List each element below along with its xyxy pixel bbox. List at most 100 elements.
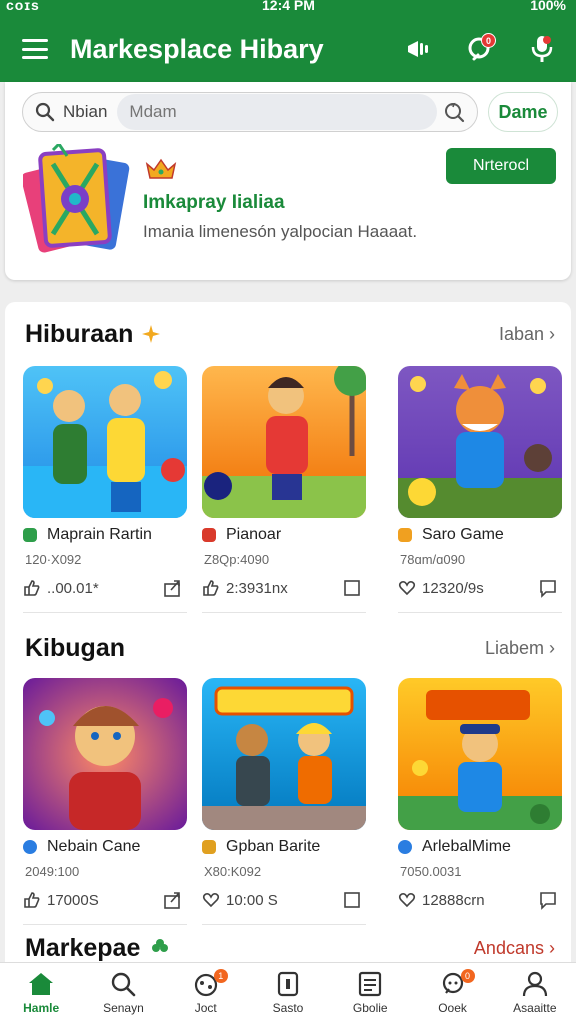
section-more-link[interactable]: Iaban › (499, 324, 555, 345)
status-bar: ᴄᴏɪs 12:4 PM 100% (0, 0, 576, 16)
game-thumbnail[interactable] (202, 366, 366, 518)
game-card[interactable]: ArlebalMime 7050.0031 12888crn (398, 678, 562, 928)
game-badge-icon (398, 840, 412, 854)
divider (23, 612, 187, 613)
nav-games[interactable]: 1 Joct (165, 963, 247, 1024)
promo-button[interactable]: Nrterocl (446, 148, 556, 184)
notification-badge: 0 (481, 33, 496, 48)
game-thumbnail[interactable] (23, 678, 187, 830)
game-title: Nebain Cane (23, 838, 187, 856)
nav-search[interactable]: Senayn (82, 963, 164, 1024)
share-icon[interactable] (163, 578, 183, 598)
nav-label: Hamle (23, 1001, 60, 1015)
store-icon (277, 971, 299, 997)
game-card[interactable]: Maprain Rartin 120·X092 ..00.01* (23, 366, 187, 616)
game-badge-icon (202, 528, 216, 542)
game-name: ArlebalMime (422, 838, 511, 855)
game-thumbnail[interactable] (23, 366, 187, 518)
card-deck-illustration (23, 144, 130, 253)
like-icon[interactable] (23, 579, 41, 597)
status-carrier: ᴄᴏɪs (6, 0, 40, 13)
section-more-label: Liabem (484, 638, 544, 658)
dame-button[interactable]: Dame (488, 92, 558, 132)
nav-chat[interactable]: 0 Ooek (411, 963, 493, 1024)
game-card[interactable]: Saro Game 78ɑm/ɑ090 12320/9s (398, 366, 562, 616)
app-title: Markesplace Hibary (70, 33, 324, 64)
app-bar: Markesplace Hibary 0 (0, 16, 576, 82)
search-icon (35, 102, 55, 122)
menu-icon[interactable] (22, 39, 48, 59)
game-meta: 2049:100 (25, 864, 80, 879)
refresh-icon[interactable] (443, 101, 465, 123)
game-thumbnail[interactable] (398, 678, 562, 830)
game-badge-icon (202, 840, 216, 854)
promo-subtitle: Imania limenesón yalpocian Haaaat. (143, 222, 418, 241)
comment-icon[interactable] (538, 578, 558, 598)
search-icon (112, 972, 136, 997)
game-badge-icon (398, 528, 412, 542)
section-more-link[interactable]: Liabem › (485, 638, 555, 659)
game-card[interactable]: Gpban Barite X80:K092 10:00 S (202, 678, 366, 928)
like-icon[interactable] (202, 579, 220, 597)
game-title: Saro Game (398, 526, 562, 544)
nav-store[interactable]: Sasto (247, 963, 329, 1024)
comment-icon[interactable] (538, 890, 558, 910)
game-thumbnail[interactable] (398, 366, 562, 518)
divider (202, 924, 366, 925)
game-name: Gpban Barite (226, 838, 321, 855)
game-title: ArlebalMime (398, 838, 562, 856)
game-stats: 10:00 S (202, 888, 366, 912)
game-meta: 120·X092 (25, 552, 82, 567)
header-card: Nbian Dame Imkapray Iialiaa Imania limen… (5, 82, 571, 280)
nav-badge: 0 (460, 969, 475, 983)
game-stats: ..00.01* (23, 576, 187, 600)
game-stats: 17000S (23, 888, 187, 912)
nav-label: Senayn (103, 1001, 144, 1015)
divider (202, 612, 366, 613)
stat-value: 12888crn (422, 891, 485, 909)
profile-icon (522, 971, 547, 997)
nav-badge: 1 (213, 969, 228, 983)
content-panel: Hiburaan Iaban › Maprain Rartin 120·X092… (5, 302, 571, 962)
game-name: Nebain Cane (47, 838, 141, 855)
nav-home[interactable]: Hamle (0, 963, 82, 1024)
nav-profile[interactable]: Asaaitte (494, 963, 576, 1024)
search-input[interactable] (117, 94, 437, 130)
divider (23, 924, 187, 925)
checkbox-icon[interactable] (342, 578, 362, 598)
like-icon[interactable] (23, 891, 41, 909)
search-bar[interactable]: Nbian (22, 92, 478, 132)
section-header: Markepae Andcans › (5, 928, 571, 962)
section-header: Kibugan Liabem › (5, 628, 571, 668)
game-row: Maprain Rartin 120·X092 ..00.01* Pianoar… (5, 366, 571, 616)
game-title: Gpban Barite (202, 838, 366, 856)
heart-icon[interactable] (202, 891, 220, 909)
status-time: 12:4 PM (262, 0, 315, 13)
crown-icon (145, 158, 177, 179)
section-title: Hiburaan (25, 320, 134, 348)
notification-icon[interactable]: 0 (462, 31, 498, 67)
section-title: Kibugan (25, 634, 125, 662)
game-badge-icon (23, 528, 37, 542)
game-badge-icon (23, 840, 37, 854)
game-card[interactable]: Pianoar Z8Qp:4090 2:3931nx (202, 366, 366, 616)
game-card[interactable]: Nebain Cane 2049:100 17000S (23, 678, 187, 928)
heart-icon[interactable] (398, 579, 416, 597)
share-icon[interactable] (163, 890, 183, 910)
checkbox-icon[interactable] (342, 890, 362, 910)
chevron-right-icon: › (549, 938, 555, 958)
chevron-right-icon: › (549, 638, 555, 658)
game-meta: 78ɑm/ɑ090 (400, 552, 466, 567)
list-icon (359, 971, 382, 997)
microphone-icon[interactable] (524, 31, 560, 67)
nav-list[interactable]: Gbolie (329, 963, 411, 1024)
section-more-label: Andcans (473, 938, 544, 958)
stat-value: 2:3931nx (226, 579, 288, 597)
game-stats: 12888crn (398, 888, 562, 912)
nav-label: Joct (194, 1001, 217, 1015)
nav-label: Asaaitte (513, 1001, 557, 1015)
heart-icon[interactable] (398, 891, 416, 909)
game-thumbnail[interactable] (202, 678, 366, 830)
megaphone-icon[interactable] (400, 31, 436, 67)
section-more-link[interactable]: Andcans › (474, 938, 555, 959)
